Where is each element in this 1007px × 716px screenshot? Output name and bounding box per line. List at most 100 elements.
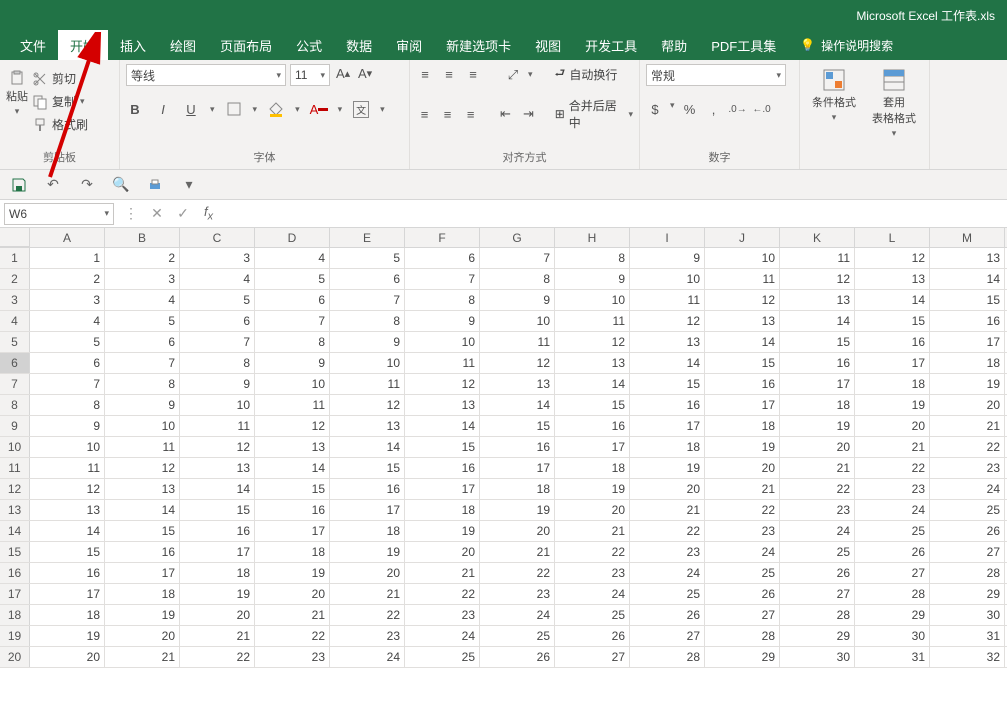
cell[interactable]: 19: [480, 500, 555, 520]
cell[interactable]: 11: [105, 437, 180, 457]
cell[interactable]: 12: [630, 311, 705, 331]
cell[interactable]: 17: [405, 479, 480, 499]
tab-开发工具[interactable]: 开发工具: [573, 30, 649, 60]
cell[interactable]: 23: [405, 605, 480, 625]
column-header-M[interactable]: M: [930, 228, 1005, 247]
cell[interactable]: 16: [705, 374, 780, 394]
tab-审阅[interactable]: 审阅: [384, 30, 434, 60]
align-left-button[interactable]: ≡: [416, 105, 433, 123]
cell[interactable]: 11: [30, 458, 105, 478]
cell[interactable]: 5: [330, 248, 405, 268]
cell[interactable]: 12: [105, 458, 180, 478]
undo-button[interactable]: ↶: [44, 176, 62, 194]
cell[interactable]: 32: [930, 647, 1005, 667]
cell[interactable]: 13: [930, 248, 1005, 268]
cell[interactable]: 15: [30, 542, 105, 562]
column-header-J[interactable]: J: [705, 228, 780, 247]
cell[interactable]: 13: [780, 290, 855, 310]
column-header-E[interactable]: E: [330, 228, 405, 247]
cell[interactable]: 26: [630, 605, 705, 625]
cell[interactable]: 24: [330, 647, 405, 667]
cell[interactable]: 24: [855, 500, 930, 520]
cell[interactable]: 8: [255, 332, 330, 352]
cell[interactable]: 12: [30, 479, 105, 499]
cell[interactable]: 21: [780, 458, 855, 478]
cell[interactable]: 18: [555, 458, 630, 478]
tab-PDF工具集[interactable]: PDF工具集: [699, 30, 788, 60]
cell[interactable]: 17: [480, 458, 555, 478]
cell[interactable]: 15: [105, 521, 180, 541]
cell[interactable]: 15: [330, 458, 405, 478]
cell[interactable]: 20: [405, 542, 480, 562]
cell[interactable]: 22: [180, 647, 255, 667]
format-painter-button[interactable]: 格式刷: [32, 116, 88, 133]
orientation-button[interactable]: ⤢: [504, 66, 522, 84]
cell[interactable]: 22: [705, 500, 780, 520]
font-color-button[interactable]: A: [310, 100, 328, 118]
cell[interactable]: 13: [330, 416, 405, 436]
cell[interactable]: 7: [180, 332, 255, 352]
cell[interactable]: 19: [630, 458, 705, 478]
cell[interactable]: 10: [255, 374, 330, 394]
decrease-decimal-button[interactable]: ←.0: [753, 100, 771, 118]
cell[interactable]: 16: [30, 563, 105, 583]
cell[interactable]: 17: [855, 353, 930, 373]
cell[interactable]: 25: [780, 542, 855, 562]
cell[interactable]: 14: [630, 353, 705, 373]
cell[interactable]: 19: [405, 521, 480, 541]
cell[interactable]: 20: [255, 584, 330, 604]
align-center-button[interactable]: ≡: [439, 105, 456, 123]
cell[interactable]: 7: [405, 269, 480, 289]
cell[interactable]: 18: [330, 521, 405, 541]
cell[interactable]: 6: [180, 311, 255, 331]
tab-数据[interactable]: 数据: [334, 30, 384, 60]
cell[interactable]: 29: [780, 626, 855, 646]
cell[interactable]: 21: [555, 521, 630, 541]
tab-帮助[interactable]: 帮助: [649, 30, 699, 60]
cell[interactable]: 25: [555, 605, 630, 625]
cell[interactable]: 22: [630, 521, 705, 541]
cell[interactable]: 17: [705, 395, 780, 415]
cell[interactable]: 30: [855, 626, 930, 646]
cell[interactable]: 26: [705, 584, 780, 604]
cell[interactable]: 4: [105, 290, 180, 310]
cell[interactable]: 12: [255, 416, 330, 436]
cell[interactable]: 26: [480, 647, 555, 667]
copy-button[interactable]: 复制▾: [32, 93, 88, 110]
border-button[interactable]: [225, 100, 243, 118]
cell[interactable]: 23: [780, 500, 855, 520]
cell[interactable]: 2: [105, 248, 180, 268]
cell[interactable]: 9: [630, 248, 705, 268]
cell[interactable]: 7: [330, 290, 405, 310]
cell[interactable]: 13: [705, 311, 780, 331]
cell[interactable]: 22: [330, 605, 405, 625]
cell[interactable]: 18: [30, 605, 105, 625]
cell[interactable]: 18: [405, 500, 480, 520]
cell[interactable]: 16: [105, 542, 180, 562]
cell[interactable]: 17: [105, 563, 180, 583]
cell[interactable]: 11: [705, 269, 780, 289]
row-header-19[interactable]: 19: [0, 626, 30, 646]
cell[interactable]: 22: [780, 479, 855, 499]
cell[interactable]: 15: [855, 311, 930, 331]
cell[interactable]: 15: [405, 437, 480, 457]
cell[interactable]: 11: [555, 311, 630, 331]
align-middle-button[interactable]: ≡: [440, 66, 458, 84]
wrap-text-button[interactable]: ⮐自动换行: [555, 64, 618, 85]
cell[interactable]: 9: [555, 269, 630, 289]
cell[interactable]: 15: [705, 353, 780, 373]
cell[interactable]: 23: [555, 563, 630, 583]
cell[interactable]: 24: [555, 584, 630, 604]
cell[interactable]: 21: [405, 563, 480, 583]
cell[interactable]: 26: [930, 521, 1005, 541]
cell[interactable]: 8: [405, 290, 480, 310]
cell[interactable]: 9: [105, 395, 180, 415]
enter-button[interactable]: ✓: [170, 205, 196, 222]
cell[interactable]: 5: [30, 332, 105, 352]
currency-button[interactable]: $: [646, 100, 664, 118]
cell[interactable]: 20: [780, 437, 855, 457]
cell[interactable]: 12: [180, 437, 255, 457]
tab-公式[interactable]: 公式: [284, 30, 334, 60]
cell[interactable]: 15: [480, 416, 555, 436]
cell[interactable]: 14: [480, 395, 555, 415]
